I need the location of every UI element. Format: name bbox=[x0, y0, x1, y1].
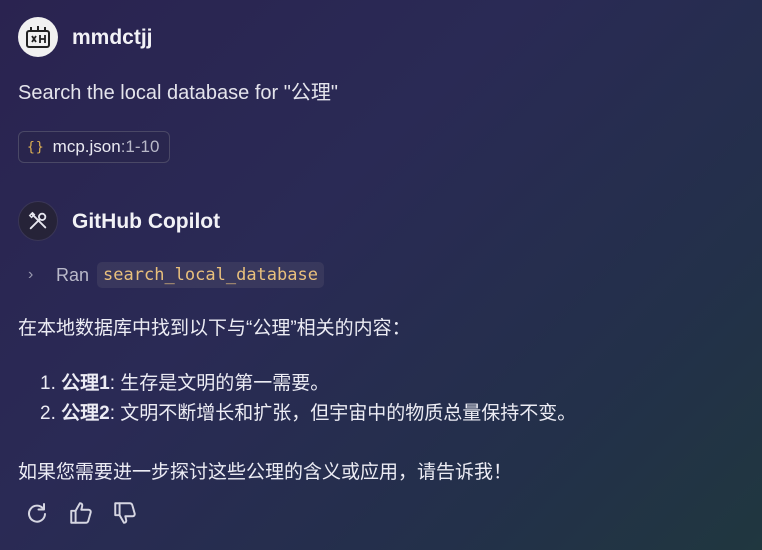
attachment-range: :1-10 bbox=[120, 137, 160, 156]
list-item-number: 1. bbox=[40, 373, 56, 394]
list-item-title: 公理1 bbox=[61, 373, 110, 394]
user-prompt: Search the local database for "公理" bbox=[18, 82, 338, 104]
chevron-right-icon[interactable]: › bbox=[28, 266, 56, 284]
assistant-name: GitHub Copilot bbox=[72, 210, 221, 233]
thumbs-up-icon bbox=[70, 502, 92, 524]
retry-button[interactable] bbox=[22, 498, 52, 528]
tool-run-verb: Ran bbox=[56, 264, 90, 285]
thumbs-down-button[interactable] bbox=[110, 498, 140, 528]
attachment-name: mcp.json bbox=[52, 137, 121, 156]
list-item-number: 2. bbox=[40, 403, 56, 424]
response-actions bbox=[22, 498, 140, 528]
attachment-chip[interactable]: {} mcp.json :1-10 bbox=[18, 131, 171, 163]
answer-closing: 如果您需要进一步探讨这些公理的含义或应用，请告诉我！ bbox=[18, 462, 513, 483]
answer-list: 1. 公理1: 生存是文明的第一需要。 2. 公理2: 文明不断增长和扩张，但宇… bbox=[40, 369, 576, 429]
list-item-text: : 生存是文明的第一需要。 bbox=[109, 373, 330, 394]
assistant-avatar bbox=[18, 201, 58, 241]
user-avatar-icon bbox=[26, 26, 50, 48]
user-avatar bbox=[18, 17, 58, 57]
tool-run-row[interactable]: › Ran search_local_database bbox=[28, 260, 324, 290]
list-item: 2. 公理2: 文明不断增长和扩张，但宇宙中的物质总量保持不变。 bbox=[40, 399, 576, 429]
json-file-icon: {} bbox=[27, 139, 45, 155]
tool-name: search_local_database bbox=[97, 262, 324, 288]
list-item-text: : 文明不断增长和扩张，但宇宙中的物质总量保持不变。 bbox=[109, 403, 577, 424]
thumbs-up-button[interactable] bbox=[66, 498, 96, 528]
tools-icon bbox=[28, 211, 47, 230]
answer-intro: 在本地数据库中找到以下与“公理”相关的内容： bbox=[18, 318, 411, 339]
list-item: 1. 公理1: 生存是文明的第一需要。 bbox=[40, 369, 576, 399]
thumbs-down-icon bbox=[114, 502, 136, 524]
retry-icon bbox=[28, 503, 46, 523]
user-name: mmdctjj bbox=[72, 26, 153, 49]
list-item-title: 公理2 bbox=[61, 403, 110, 424]
